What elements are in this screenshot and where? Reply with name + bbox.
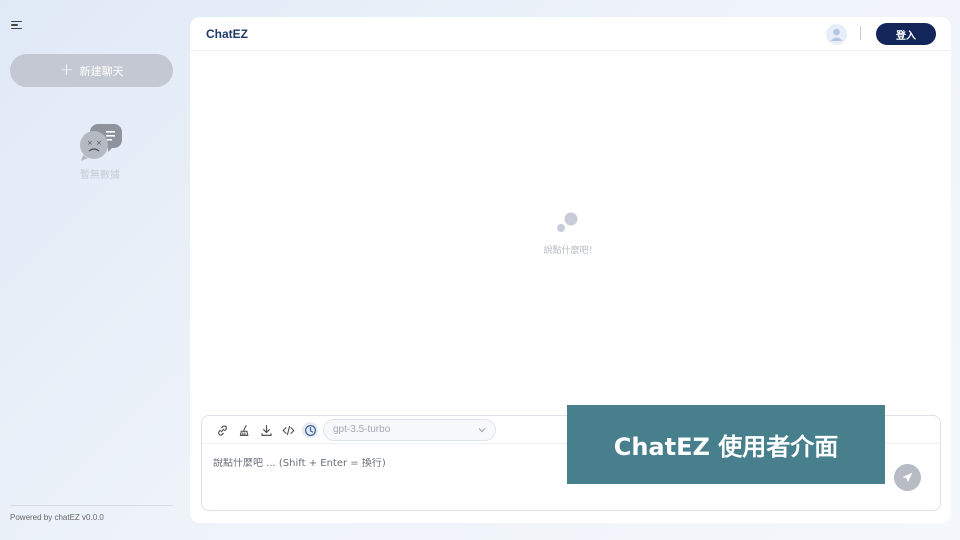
plus-icon: + [59, 60, 74, 80]
history-button[interactable] [302, 422, 318, 438]
menu-toggle-icon[interactable] [11, 17, 27, 33]
new-chat-button[interactable]: + 新建聊天 [10, 54, 173, 87]
clear-chat-button[interactable] [236, 422, 252, 438]
link-icon [217, 424, 227, 436]
avatar[interactable] [826, 24, 847, 45]
powered-by-label: Powered by chatEZ v0.0.0 [10, 513, 104, 522]
send-icon [902, 472, 913, 483]
brand-title: ChatEZ [206, 27, 248, 41]
chat-header: ChatEZ 登入 [190, 17, 951, 51]
user-icon [830, 28, 843, 41]
chat-bubbles-icon [557, 212, 578, 232]
header-divider [860, 26, 861, 40]
svg-text:×: × [87, 139, 93, 147]
svg-text:×: × [96, 139, 102, 147]
chevron-down-icon [478, 428, 486, 433]
new-chat-label: 新建聊天 [79, 64, 124, 78]
banner-title: ChatEZ 使用者介面 [613, 433, 839, 461]
empty-chat-prompt: 說點什麼吧！ [543, 246, 598, 256]
login-button[interactable]: 登入 [876, 23, 936, 45]
sidebar: + 新建聊天 × × 暫無數據 Powered by chatEZ v0.0.0 [0, 0, 185, 540]
send-button[interactable] [894, 464, 921, 491]
model-select-value: gpt-3.5-turbo [333, 424, 391, 435]
broom-icon [239, 424, 248, 436]
code-button[interactable] [280, 422, 296, 438]
code-icon [281, 425, 295, 435]
clock-icon [304, 424, 316, 436]
download-button[interactable] [258, 422, 274, 438]
attach-link-button[interactable] [214, 422, 230, 438]
title-banner: ChatEZ 使用者介面 [567, 405, 885, 484]
download-icon [260, 424, 272, 436]
empty-chat-icon: × × [80, 124, 122, 161]
sidebar-divider [10, 505, 173, 506]
empty-history-label: 暫無數據 [80, 170, 120, 181]
model-select[interactable]: gpt-3.5-turbo [323, 419, 496, 441]
